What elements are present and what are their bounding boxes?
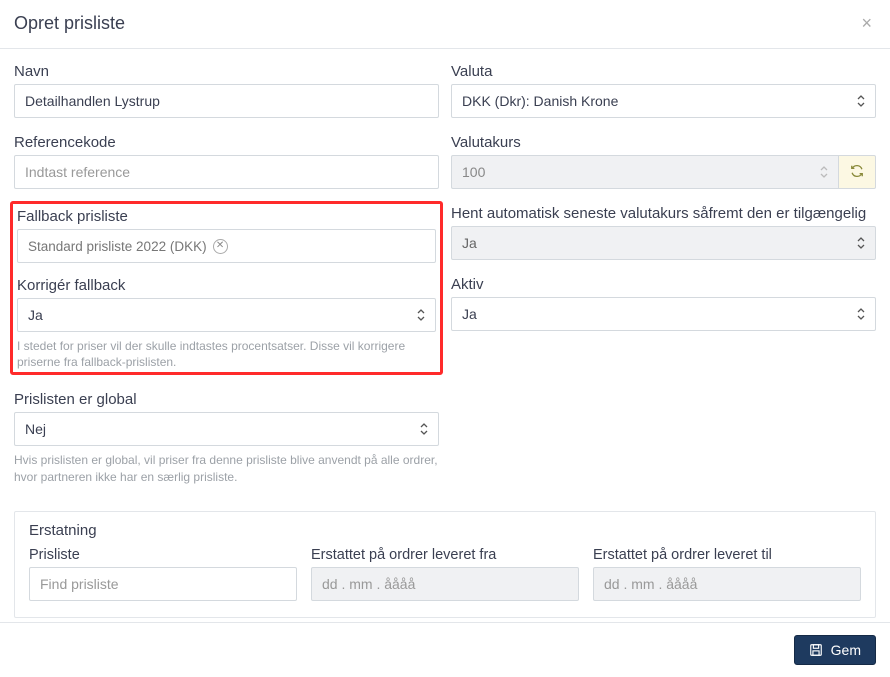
chevron-updown-icon (857, 308, 865, 320)
modal-footer: Gem (0, 622, 890, 677)
replacement-pricelist-field: Prisliste (29, 547, 297, 601)
replacement-to-field: Erstattet på ordrer leveret til (593, 547, 861, 601)
fallback-highlight: Fallback prisliste Standard prisliste 20… (10, 201, 443, 375)
save-label: Gem (831, 642, 861, 658)
fallback-pricelist-label: Fallback prisliste (17, 208, 436, 225)
correct-fallback-value: Ja (28, 307, 43, 323)
auto-rate-field: Hent automatisk seneste valutakurs såfre… (451, 205, 876, 260)
modal-body: Navn Referencekode Fallback prisliste St… (0, 49, 890, 622)
replacement-pricelist-label: Prisliste (29, 547, 297, 563)
fallback-chip-label: Standard prisliste 2022 (DKK) (28, 239, 207, 254)
correct-fallback-hint: I stedet for priser vil der skulle indta… (17, 338, 436, 370)
currency-value: DKK (Dkr): Danish Krone (462, 93, 618, 109)
fallback-pricelist-input[interactable]: Standard prisliste 2022 (DKK) ✕ (17, 229, 436, 263)
save-icon (809, 643, 823, 657)
correct-fallback-field: Korrigér fallback Ja I stedet for priser… (17, 277, 436, 370)
left-column: Navn Referencekode Fallback prisliste St… (14, 63, 439, 501)
name-label: Navn (14, 63, 439, 80)
reference-field: Referencekode (14, 134, 439, 189)
replacement-pricelist-input[interactable] (29, 567, 297, 601)
exchange-rate-field: Valutakurs 100 (451, 134, 876, 189)
correct-fallback-label: Korrigér fallback (17, 277, 436, 294)
replacement-to-label: Erstattet på ordrer leveret til (593, 547, 861, 563)
auto-rate-select[interactable]: Ja (451, 226, 876, 260)
global-label: Prislisten er global (14, 391, 439, 408)
active-field: Aktiv Ja (451, 276, 876, 331)
create-pricelist-modal: Opret prisliste × Navn Referencekode Fal… (0, 0, 890, 665)
reference-input[interactable] (14, 155, 439, 189)
global-field: Prislisten er global Nej Hvis prislisten… (14, 391, 439, 484)
active-value: Ja (462, 306, 477, 322)
auto-rate-label: Hent automatisk seneste valutakurs såfre… (451, 205, 876, 222)
modal-title: Opret prisliste (14, 13, 125, 34)
chevron-updown-icon (857, 237, 865, 249)
chevron-updown-icon (417, 309, 425, 321)
global-value: Nej (25, 421, 46, 437)
global-select[interactable]: Nej (14, 412, 439, 446)
close-icon[interactable]: × (857, 12, 876, 34)
chip-remove-icon[interactable]: ✕ (213, 239, 228, 254)
name-input[interactable] (14, 84, 439, 118)
exchange-rate-label: Valutakurs (451, 134, 876, 151)
chevron-updown-icon (857, 95, 865, 107)
active-select[interactable]: Ja (451, 297, 876, 331)
fallback-chip[interactable]: Standard prisliste 2022 (DKK) ✕ (28, 239, 228, 254)
exchange-rate-value: 100 (462, 164, 485, 180)
replacement-from-input[interactable] (311, 567, 579, 601)
replacement-panel: Erstatning Prisliste Erstattet på ordrer… (14, 511, 876, 618)
reference-label: Referencekode (14, 134, 439, 151)
save-button[interactable]: Gem (794, 635, 876, 665)
modal-header: Opret prisliste × (0, 0, 890, 49)
correct-fallback-select[interactable]: Ja (17, 298, 436, 332)
refresh-rate-button[interactable] (838, 155, 876, 189)
replacement-from-field: Erstattet på ordrer leveret fra (311, 547, 579, 601)
auto-rate-value: Ja (462, 235, 477, 251)
replacement-title: Erstatning (29, 522, 861, 539)
stepper-icon[interactable] (820, 166, 828, 178)
replacement-from-label: Erstattet på ordrer leveret fra (311, 547, 579, 563)
name-field: Navn (14, 63, 439, 118)
fallback-pricelist-field: Fallback prisliste Standard prisliste 20… (17, 208, 436, 263)
right-column: Valuta DKK (Dkr): Danish Krone Valutakur… (451, 63, 876, 501)
chevron-updown-icon (420, 423, 428, 435)
refresh-icon (850, 164, 864, 181)
currency-field: Valuta DKK (Dkr): Danish Krone (451, 63, 876, 118)
global-hint: Hvis prislisten er global, vil priser fr… (14, 452, 439, 484)
exchange-rate-input[interactable]: 100 (451, 155, 838, 189)
currency-select[interactable]: DKK (Dkr): Danish Krone (451, 84, 876, 118)
active-label: Aktiv (451, 276, 876, 293)
currency-label: Valuta (451, 63, 876, 80)
replacement-to-input[interactable] (593, 567, 861, 601)
